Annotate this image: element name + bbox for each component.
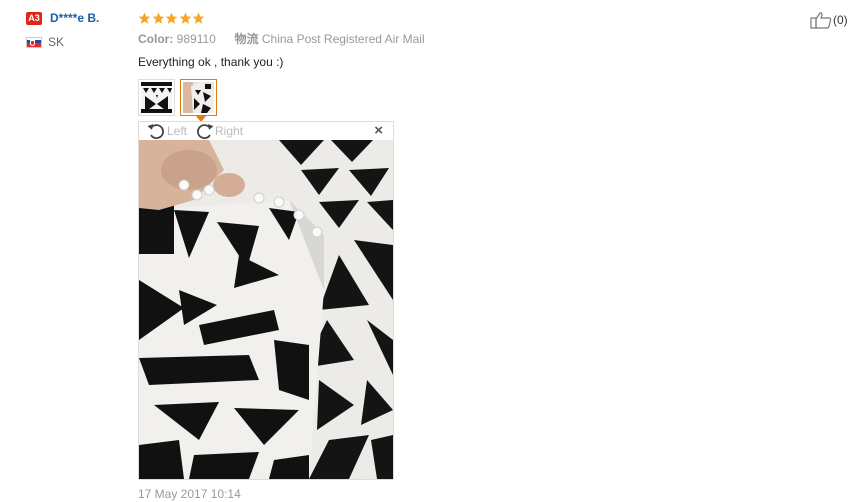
photo-thumbnail-2-selected[interactable]	[180, 79, 217, 122]
close-viewer-button[interactable]: ×	[374, 123, 383, 139]
star-icon	[179, 12, 191, 24]
blanket-pattern-thumbnail	[141, 82, 172, 113]
shipping-value: China Post Registered Air Mail	[261, 32, 425, 46]
rotate-right-button[interactable]: Right	[195, 123, 243, 140]
rotate-right-label: Right	[215, 124, 244, 138]
rotate-left-label: Left	[167, 124, 188, 138]
slovakia-flag-icon	[26, 36, 42, 48]
rotate-left-icon	[147, 123, 164, 139]
review-photo	[139, 140, 393, 479]
review-date: 17 May 2017 10:14	[138, 487, 241, 501]
order-info: Color: 989110 物流 China Post Registered A…	[138, 30, 798, 48]
star-icon	[138, 12, 151, 24]
photo-viewer: Left Right ×	[138, 121, 394, 480]
rotate-left-button[interactable]: Left	[147, 123, 187, 140]
review-content: Color: 989110 物流 China Post Registered A…	[138, 9, 798, 122]
star-rating	[138, 9, 798, 27]
helpful-button[interactable]: (0)	[810, 11, 848, 29]
blanket-photo-image	[139, 140, 393, 479]
photo-thumbnail-1[interactable]	[138, 79, 175, 116]
country-code: SK	[48, 35, 65, 49]
viewer-toolbar: Left Right ×	[139, 122, 393, 140]
reviewer-row: A3 D****e B.	[26, 9, 136, 27]
review-text: Everything ok , thank you :)	[138, 55, 284, 69]
shipping-label: 物流	[234, 32, 259, 46]
color-label: Color:	[138, 32, 174, 46]
review-photo-thumbnails	[138, 79, 798, 122]
star-icon	[165, 12, 178, 24]
buyer-level-badge: A3	[26, 11, 42, 25]
rotate-right-icon	[197, 123, 214, 139]
star-icon	[192, 12, 205, 24]
reviewer-name[interactable]: D****e B.	[50, 11, 99, 25]
reviewer-info: A3 D****e B. SK	[26, 9, 136, 51]
thumbs-up-icon	[810, 12, 832, 29]
blanket-photo-thumbnail	[183, 82, 214, 113]
star-icon	[152, 12, 164, 24]
color-value: 989110	[176, 32, 216, 46]
helpful-count: (0)	[833, 13, 848, 27]
reviewer-country: SK	[26, 33, 136, 51]
